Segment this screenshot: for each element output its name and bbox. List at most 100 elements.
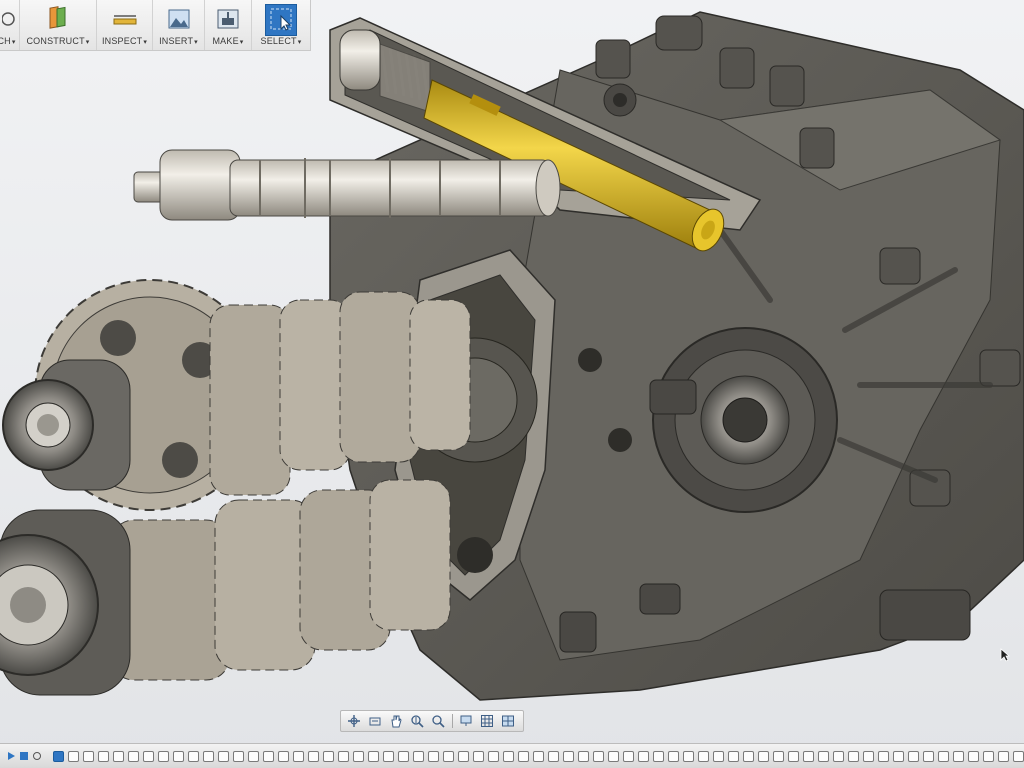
timeline-step[interactable] bbox=[503, 750, 514, 762]
timeline-bar bbox=[0, 743, 1024, 768]
mouse-cursor-icon bbox=[1000, 648, 1010, 662]
toolbar-sketch[interactable]: CH▾ bbox=[0, 0, 20, 50]
timeline-step[interactable] bbox=[323, 750, 334, 762]
timeline-step[interactable] bbox=[908, 750, 919, 762]
timeline-step[interactable] bbox=[638, 750, 649, 762]
timeline-step[interactable] bbox=[728, 750, 739, 762]
timeline-step[interactable] bbox=[113, 750, 124, 762]
timeline-step[interactable] bbox=[518, 750, 529, 762]
timeline-step[interactable] bbox=[758, 750, 769, 762]
timeline-step[interactable] bbox=[548, 750, 559, 762]
input-shaft[interactable] bbox=[133, 149, 561, 221]
timeline-settings-icon[interactable] bbox=[32, 751, 42, 761]
timeline-step[interactable] bbox=[563, 750, 574, 762]
timeline-step[interactable] bbox=[863, 750, 874, 762]
pan-icon bbox=[391, 715, 402, 728]
timeline-step[interactable] bbox=[428, 750, 439, 762]
insert-image-icon bbox=[168, 9, 189, 29]
timeline-step[interactable] bbox=[683, 750, 694, 762]
timeline-step[interactable] bbox=[233, 750, 244, 762]
timeline-step[interactable] bbox=[713, 750, 724, 762]
timeline-step[interactable] bbox=[743, 750, 754, 762]
timeline-step[interactable] bbox=[308, 750, 319, 762]
toolbar-insert[interactable]: INSERT▾ bbox=[153, 0, 205, 50]
timeline-step[interactable] bbox=[773, 750, 784, 762]
look-at-button[interactable] bbox=[366, 713, 385, 729]
timeline-step[interactable] bbox=[878, 750, 889, 762]
measure-icon bbox=[113, 15, 136, 25]
timeline-step[interactable] bbox=[953, 750, 964, 762]
timeline-step[interactable] bbox=[653, 750, 664, 762]
zoom-window-icon bbox=[411, 715, 424, 728]
toolbar-sketch-label: CH bbox=[0, 36, 11, 46]
timeline-step[interactable] bbox=[848, 750, 859, 762]
toolbar-select[interactable]: SELECT▾ bbox=[252, 0, 310, 50]
canvas-viewport[interactable] bbox=[0, 0, 1024, 768]
timeline-step[interactable] bbox=[818, 750, 829, 762]
zoom-window-button[interactable] bbox=[408, 713, 427, 729]
timeline-step[interactable] bbox=[173, 750, 184, 762]
caret-down-icon: ▾ bbox=[11, 39, 16, 46]
timeline-step[interactable] bbox=[803, 750, 814, 762]
timeline-play-icon[interactable] bbox=[6, 751, 16, 761]
timeline-step[interactable] bbox=[413, 750, 424, 762]
viewports-icon bbox=[501, 715, 514, 727]
timeline-step[interactable] bbox=[83, 750, 94, 762]
timeline-step[interactable] bbox=[533, 750, 544, 762]
timeline-step[interactable] bbox=[938, 750, 949, 762]
timeline-step[interactable] bbox=[458, 750, 469, 762]
viewports-button[interactable] bbox=[498, 713, 517, 729]
make-3d-print-icon bbox=[217, 9, 239, 29]
timeline-step[interactable] bbox=[608, 750, 619, 762]
timeline-step[interactable] bbox=[368, 750, 379, 762]
timeline-step[interactable] bbox=[293, 750, 304, 762]
timeline-step[interactable] bbox=[338, 750, 349, 762]
timeline-step[interactable] bbox=[968, 750, 979, 762]
display-settings-icon bbox=[460, 715, 472, 726]
timeline-step[interactable] bbox=[833, 750, 844, 762]
timeline-step[interactable] bbox=[98, 750, 109, 762]
toolbar-insert-label: INSERT bbox=[159, 36, 194, 46]
pan-button[interactable] bbox=[387, 713, 406, 729]
timeline-step[interactable] bbox=[593, 750, 604, 762]
timeline-step[interactable] bbox=[893, 750, 904, 762]
timeline-step[interactable] bbox=[158, 750, 169, 762]
timeline-step[interactable] bbox=[398, 750, 409, 762]
toolbar-select-label: SELECT bbox=[260, 36, 297, 46]
timeline-step[interactable] bbox=[623, 750, 634, 762]
timeline-step[interactable] bbox=[998, 750, 1009, 762]
orbit-icon bbox=[348, 715, 361, 727]
timeline-step[interactable] bbox=[248, 750, 259, 762]
timeline-step[interactable] bbox=[668, 750, 679, 762]
timeline-step[interactable] bbox=[203, 750, 214, 762]
bearing-lower[interactable] bbox=[0, 509, 131, 696]
timeline-step[interactable] bbox=[983, 750, 994, 762]
timeline-step[interactable] bbox=[488, 750, 499, 762]
timeline-step[interactable] bbox=[923, 750, 934, 762]
toolbar-construct[interactable]: CONSTRUCT▾ bbox=[20, 0, 97, 50]
timeline-step[interactable] bbox=[788, 750, 799, 762]
grid-button[interactable] bbox=[477, 713, 496, 729]
timeline-step[interactable] bbox=[443, 750, 454, 762]
timeline-step[interactable] bbox=[263, 750, 274, 762]
timeline-step[interactable] bbox=[68, 750, 79, 762]
timeline-step-back-icon[interactable] bbox=[19, 751, 29, 761]
timeline-step[interactable] bbox=[188, 750, 199, 762]
timeline-step[interactable] bbox=[128, 750, 139, 762]
toolbar-construct-label: CONSTRUCT bbox=[26, 36, 85, 46]
timeline-step[interactable] bbox=[473, 750, 484, 762]
timeline-step[interactable] bbox=[698, 750, 709, 762]
display-settings-button[interactable] bbox=[456, 713, 475, 729]
timeline-step[interactable] bbox=[1013, 750, 1024, 762]
timeline-step[interactable] bbox=[383, 750, 394, 762]
timeline-step[interactable] bbox=[578, 750, 589, 762]
timeline-step[interactable] bbox=[143, 750, 154, 762]
fit-button[interactable] bbox=[429, 713, 448, 729]
timeline-step[interactable] bbox=[353, 750, 364, 762]
timeline-step[interactable] bbox=[218, 750, 229, 762]
orbit-button[interactable] bbox=[345, 713, 364, 729]
timeline-step[interactable] bbox=[53, 750, 64, 762]
timeline-step[interactable] bbox=[278, 750, 289, 762]
toolbar-inspect[interactable]: INSPECT▾ bbox=[97, 0, 153, 50]
toolbar-make[interactable]: MAKE▾ bbox=[205, 0, 252, 50]
